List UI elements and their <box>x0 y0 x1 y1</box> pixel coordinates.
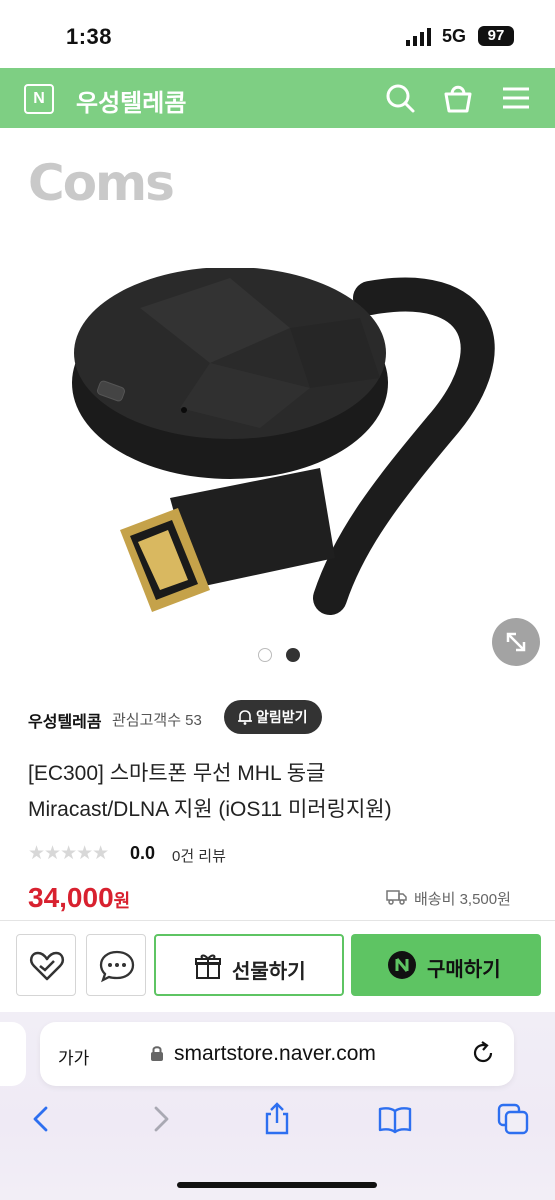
shipping-fee-text: 배송비 3,500원 <box>414 891 511 908</box>
product-title-line1: [EC300] 스마트폰 무선 MHL 동글 <box>28 762 326 785</box>
followers-count: 관심고객수 53 <box>112 712 202 729</box>
expand-button[interactable] <box>492 618 540 666</box>
slide-indicators <box>258 648 310 667</box>
product-title-line2: Miracast/DLNA 지원 (iOS11 미러링지원) <box>28 798 392 821</box>
reload-icon[interactable] <box>470 1040 496 1066</box>
price-amount: 34,000 <box>28 882 114 913</box>
heart-icon <box>29 951 65 981</box>
alarm-button-label: 알림받기 <box>256 709 308 725</box>
forward-icon[interactable] <box>144 1102 178 1136</box>
share-icon[interactable] <box>260 1102 294 1136</box>
battery-level: 97 <box>478 26 514 46</box>
seller-name[interactable]: 우성텔레콤 <box>28 708 102 732</box>
rating-row[interactable]: ★★★★★ 0.0 0건 리뷰 <box>28 842 428 866</box>
naver-pay-icon <box>388 951 416 979</box>
search-icon[interactable] <box>384 82 416 114</box>
gift-button[interactable]: 선물하기 <box>154 934 344 996</box>
back-icon[interactable] <box>24 1102 58 1136</box>
text-size-button[interactable]: 가가 <box>58 1044 89 1069</box>
talk-button[interactable] <box>86 934 146 996</box>
status-time: 1:38 <box>66 24 113 49</box>
product-title: [EC300] 스마트폰 무선 MHL 동글 Miracast/DLNA 지원 … <box>28 756 528 828</box>
price: 34,000원 <box>28 882 130 914</box>
wishlist-button[interactable] <box>16 934 76 996</box>
chat-bubble-icon <box>99 950 135 983</box>
brand-logo: Coms <box>28 154 175 212</box>
store-header: N 우성텔레콤 <box>0 68 555 128</box>
bookmarks-icon[interactable] <box>378 1102 412 1136</box>
lock-icon <box>151 1046 163 1061</box>
previous-tab-peek[interactable] <box>0 1022 26 1086</box>
alarm-subscribe-button[interactable]: 알림받기 <box>224 700 322 734</box>
home-indicator[interactable] <box>177 1182 377 1188</box>
address-bar[interactable]: 가가 smartstore.naver.com <box>40 1022 514 1086</box>
bell-plus-icon <box>238 710 252 725</box>
price-currency: 원 <box>113 891 131 911</box>
review-count[interactable]: 0건 리뷰 <box>172 845 226 866</box>
gift-icon <box>195 954 221 979</box>
slide-dot-1[interactable] <box>258 648 272 662</box>
status-bar: 1:38 5G 97 <box>0 0 555 68</box>
gift-button-label: 선물하기 <box>232 961 306 983</box>
slide-dot-2[interactable] <box>286 648 301 662</box>
star-rating-icon: ★★★★★ <box>28 843 109 864</box>
store-name[interactable]: 우성텔레콤 <box>76 83 186 118</box>
network-type: 5G <box>442 26 467 46</box>
divider <box>0 920 555 921</box>
signal-icon <box>406 28 431 46</box>
buy-button[interactable]: 구매하기 <box>351 934 541 996</box>
shopping-bag-icon[interactable] <box>442 82 474 114</box>
menu-icon[interactable] <box>500 82 532 114</box>
tabs-icon[interactable] <box>496 1102 530 1136</box>
buy-button-label: 구매하기 <box>427 959 501 981</box>
browser-toolbar: 가가 smartstore.naver.com <box>0 1012 555 1200</box>
truck-icon <box>386 890 407 905</box>
shipping-fee: 배송비 3,500원 <box>386 888 511 909</box>
seller-row: 우성텔레콤 관심고객수 53 알림받기 <box>28 700 528 734</box>
rating-score: 0.0 <box>130 843 156 863</box>
naver-n-icon[interactable]: N <box>24 84 54 114</box>
product-image-gallery[interactable]: Coms <box>0 128 555 680</box>
url-text[interactable]: smartstore.naver.com <box>174 1042 376 1066</box>
expand-arrows-icon <box>506 632 526 652</box>
